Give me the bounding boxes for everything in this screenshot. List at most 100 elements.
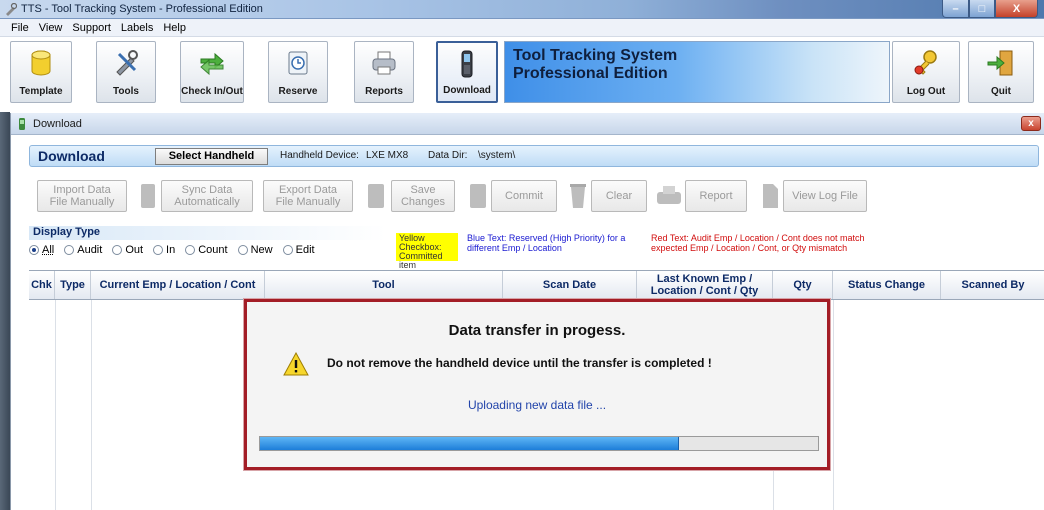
menu-bar: File View Support Labels Help [0,19,1044,37]
radio-audit-label: Audit [77,244,103,256]
column-divider [55,300,56,510]
minimize-button[interactable]: – [942,0,969,18]
radio-all-label: All [42,244,55,256]
export-data-line2: File Manually [275,196,341,208]
template-button[interactable]: Template [10,41,72,103]
commit-icon [470,184,486,208]
arrows-icon [200,52,224,76]
import-data-line1: Import Data [53,184,111,196]
select-handheld-button[interactable]: Select Handheld [155,148,268,165]
upload-progress-fill [260,437,679,450]
radio-count-indicator [185,245,196,255]
column-status-change[interactable]: Status Change [833,271,941,299]
report-button[interactable]: Report [685,180,747,212]
transfer-progress-dialog: Data transfer in progess. Do not remove … [244,299,830,470]
warning-icon [283,352,309,376]
save-changes-button[interactable]: Save Changes [391,180,455,212]
column-qty[interactable]: Qty [773,271,833,299]
column-divider [833,300,834,510]
export-data-line1: Export Data [278,184,338,196]
tools-label: Tools [113,86,139,97]
tools-icon [116,50,138,76]
log-file-icon [763,184,778,208]
main-toolbar: Template Tools Check In/Out Reserve Repo… [8,39,1038,109]
download-window-title: Download [33,118,82,130]
column-tool[interactable]: Tool [265,271,503,299]
column-last-known[interactable]: Last Known Emp / Location / Cont / Qty [637,271,773,299]
window-title-bar: TTS - Tool Tracking System - Professiona… [0,0,1044,19]
check-in-out-label: Check In/Out [181,86,243,97]
export-data-button[interactable]: Export Data File Manually [263,180,353,212]
close-button[interactable]: X [995,0,1038,18]
view-log-file-button[interactable]: View Log File [783,180,867,212]
sync-icon [141,184,155,208]
save-changes-line2: Changes [400,196,446,208]
save-icon [368,184,384,208]
data-dir-value: \system\ [478,150,516,161]
mdi-frame-edge [0,112,10,510]
menu-view[interactable]: View [34,22,68,34]
data-dir-label: Data Dir: [428,150,468,161]
handheld-device-label: Handheld Device: [280,150,359,161]
check-in-out-button[interactable]: Check In/Out [180,41,244,103]
radio-all[interactable]: All [29,244,54,256]
radio-edit[interactable]: Edit [282,244,315,256]
legend-yellow-checkbox: Yellow Checkbox: Committed item [396,233,458,270]
key-icon [914,50,937,75]
sync-data-button[interactable]: Sync Data Automatically [161,180,253,212]
radio-out[interactable]: Out [112,244,143,256]
commit-button[interactable]: Commit [491,180,557,212]
banner-edition: Professional Edition [513,65,668,82]
radio-out-label: Out [125,244,144,256]
reserve-button[interactable]: Reserve [268,41,328,103]
window-controls: – □ X [942,0,1038,18]
log-out-label: Log Out [906,86,946,97]
reports-button[interactable]: Reports [354,41,414,103]
sync-data-line2: Automatically [174,196,240,208]
quit-button[interactable]: Quit [968,41,1034,103]
table-header: Chk Type Current Emp / Location / Cont T… [29,270,1044,300]
radio-in-label: In [166,244,176,256]
clear-button[interactable]: Clear [591,180,647,212]
radio-count[interactable]: Count [185,244,228,256]
tools-button[interactable]: Tools [96,41,156,103]
column-chk[interactable]: Chk [29,271,55,299]
import-data-button[interactable]: Import Data File Manually [37,180,127,212]
menu-help[interactable]: Help [158,22,191,34]
download-label: Download [443,85,491,96]
log-out-button[interactable]: Log Out [892,41,960,103]
download-window-close-button[interactable]: x [1021,116,1041,131]
menu-labels[interactable]: Labels [116,22,158,34]
radio-new-label: New [250,244,273,256]
radio-new[interactable]: New [237,244,273,256]
printer-icon [372,51,396,75]
maximize-button[interactable]: □ [969,0,995,18]
trash-icon [570,184,586,208]
display-type-radio-group: All Audit Out In Count New Edit [29,244,325,256]
menu-file[interactable]: File [6,22,34,34]
sync-data-line1: Sync Data [181,184,233,196]
download-window-title-bar: Download x [11,113,1044,135]
radio-in[interactable]: In [153,244,175,256]
legend-blue-text: Blue Text: Reserved (High Priority) for … [467,233,626,253]
reports-label: Reports [365,86,403,97]
radio-in-indicator [153,245,164,255]
database-icon [31,50,51,76]
quit-label: Quit [991,86,1011,97]
radio-all-indicator [29,245,39,255]
save-changes-line1: Save [410,184,436,196]
download-panel-bar: Download Select Handheld Handheld Device… [29,145,1039,167]
radio-audit[interactable]: Audit [64,244,102,256]
column-scanned-by[interactable]: Scanned By [941,271,1044,299]
menu-support[interactable]: Support [67,22,116,34]
column-current-emp[interactable]: Current Emp / Location / Cont [91,271,265,299]
download-panel-title: Download [38,148,105,164]
app-tools-icon [6,3,17,16]
radio-new-indicator [237,245,248,255]
download-button[interactable]: Download [436,41,498,103]
column-divider [91,300,92,510]
radio-edit-label: Edit [295,244,315,256]
radio-edit-indicator [282,245,293,255]
column-scan-date[interactable]: Scan Date [503,271,637,299]
column-type[interactable]: Type [55,271,91,299]
